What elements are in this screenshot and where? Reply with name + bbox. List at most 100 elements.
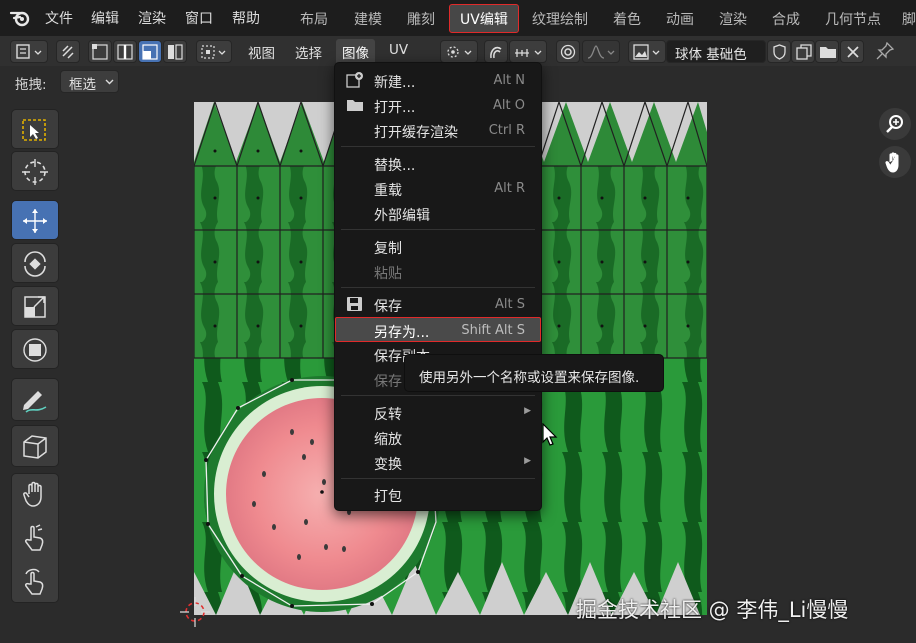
top-menu-bar: 文件 编辑 渲染 窗口 帮助 布局 建模 雕刻 UV编辑 纹理绘制 着色 动画 …: [0, 0, 916, 36]
tool-transform[interactable]: [11, 329, 59, 369]
select-box-icon: [22, 119, 46, 141]
chevron-down-icon: [105, 79, 114, 85]
zoom-magnifier-icon: [886, 115, 903, 133]
sticky-selection-dropdown[interactable]: [196, 40, 232, 63]
pinch-hand-icon[interactable]: [22, 524, 48, 552]
edge-select-mode[interactable]: [113, 40, 137, 63]
close-icon: [847, 46, 859, 58]
vertex-select-mode[interactable]: [88, 40, 112, 63]
menu-item-label: 重载: [374, 183, 402, 199]
proportional-editing-toggle[interactable]: [556, 40, 580, 63]
falloff-dropdown[interactable]: [582, 40, 620, 63]
menu-item-label: 打开...: [374, 100, 416, 116]
tool-grab[interactable]: [11, 425, 59, 467]
menu-help[interactable]: 帮助: [232, 8, 260, 28]
menu-item-save[interactable]: 保存 Alt S: [335, 292, 541, 316]
menu-item-invert[interactable]: 反转 ▶: [335, 400, 541, 424]
menu-select[interactable]: 选择: [295, 42, 322, 62]
tab-scripting[interactable]: 脚: [902, 9, 916, 29]
tooltip-text: 使用另外一个名称或设置来保存图像.: [419, 370, 640, 386]
menu-edit[interactable]: 编辑: [91, 8, 119, 28]
blender-logo-icon[interactable]: [9, 9, 31, 27]
menu-shortcut: Alt R: [494, 181, 525, 196]
snap-target-dropdown[interactable]: [509, 40, 547, 63]
menu-item-label: 变换: [374, 457, 402, 473]
tab-rendering[interactable]: 渲染: [719, 9, 747, 29]
edge-mode-icon: [117, 44, 133, 60]
scale-icon: [24, 296, 46, 318]
tool-cursor[interactable]: [11, 151, 59, 191]
pivot-point-dropdown[interactable]: [440, 40, 478, 63]
pin-icon[interactable]: [876, 42, 894, 60]
tab-geometry-nodes[interactable]: 几何节点: [825, 9, 881, 29]
tab-animation[interactable]: 动画: [666, 9, 694, 29]
snap-magnet-icon: [490, 46, 502, 59]
drag-mode-value: 框选: [69, 77, 96, 93]
tab-texture-paint[interactable]: 纹理绘制: [532, 9, 588, 29]
face-mode-icon: [142, 44, 158, 60]
menu-item-replace[interactable]: 替换...: [335, 151, 541, 175]
rotate-hand-icon[interactable]: [22, 568, 48, 596]
menu-item-open[interactable]: 打开... Alt O: [335, 93, 541, 117]
menu-separator: [341, 287, 535, 288]
menu-item-label: 另存为...: [374, 325, 430, 341]
menu-item-save-as[interactable]: 另存为... Shift Alt S: [335, 317, 541, 342]
tool-rotate[interactable]: [11, 243, 59, 283]
menu-uv[interactable]: UV: [389, 42, 408, 58]
drag-label: 拖拽:: [15, 77, 47, 93]
tab-compositing[interactable]: 合成: [772, 9, 800, 29]
duplicate-icon: [796, 44, 812, 60]
tool-scale[interactable]: [11, 286, 59, 326]
fake-user-toggle[interactable]: [767, 40, 791, 63]
menu-item-label: 打开缓存渲染: [374, 125, 458, 141]
mouse-pointer-icon: [542, 423, 558, 446]
tab-modeling[interactable]: 建模: [354, 9, 382, 29]
sync-arrows-icon: [62, 45, 74, 59]
grab-hand-icon[interactable]: [22, 480, 48, 508]
tab-uv-editing[interactable]: UV编辑: [449, 4, 519, 33]
tool-group-hands: [11, 473, 59, 603]
face-select-mode[interactable]: [138, 40, 162, 63]
menu-item-open-cached-render[interactable]: 打开缓存渲染 Ctrl R: [335, 118, 541, 142]
zoom-view-button[interactable]: [879, 108, 911, 140]
2d-cursor-icon: [180, 597, 210, 627]
menu-item-edit-externally[interactable]: 外部编辑: [335, 201, 541, 225]
image-name-field[interactable]: 球体 基础色: [666, 40, 766, 63]
menu-item-transform[interactable]: 变换 ▶: [335, 450, 541, 474]
vertex-mode-icon: [92, 44, 108, 60]
menu-item-label: 缩放: [374, 432, 402, 448]
sync-selection-toggle[interactable]: [56, 40, 80, 63]
menu-item-resize[interactable]: 缩放: [335, 425, 541, 449]
open-image-button[interactable]: [815, 40, 839, 63]
shield-icon: [773, 44, 786, 60]
tool-move[interactable]: [11, 200, 59, 240]
new-image-button[interactable]: [791, 40, 815, 63]
pan-view-button[interactable]: [879, 146, 911, 178]
tab-shading[interactable]: 着色: [613, 9, 641, 29]
menu-file[interactable]: 文件: [45, 8, 73, 28]
menu-render[interactable]: 渲染: [138, 8, 166, 28]
tab-layout[interactable]: 布局: [300, 9, 328, 29]
menu-window[interactable]: 窗口: [185, 8, 213, 28]
tool-select-box[interactable]: [11, 109, 59, 149]
move-arrows-icon: [23, 209, 47, 233]
grab-box-icon: [23, 435, 47, 459]
drag-mode-dropdown[interactable]: 框选: [60, 70, 119, 93]
menu-item-copy[interactable]: 复制: [335, 234, 541, 258]
menu-item-pack[interactable]: 打包: [335, 482, 541, 506]
menu-item-reload[interactable]: 重载 Alt R: [335, 176, 541, 200]
menu-separator: [341, 146, 535, 147]
tab-sculpting[interactable]: 雕刻: [407, 9, 435, 29]
menu-separator: [341, 395, 535, 396]
image-browse-dropdown[interactable]: [628, 40, 666, 63]
editor-type-button[interactable]: [10, 40, 48, 63]
falloff-curve-icon: [587, 45, 615, 59]
unlink-image-button[interactable]: [840, 40, 864, 63]
snap-toggle[interactable]: [484, 40, 508, 63]
menu-view[interactable]: 视图: [248, 42, 275, 62]
menu-item-new[interactable]: 新建... Alt N: [335, 68, 541, 92]
image-icon: [633, 44, 660, 60]
tool-annotate[interactable]: [11, 378, 59, 421]
island-select-mode[interactable]: [163, 40, 187, 63]
sticky-select-icon: [201, 45, 226, 59]
